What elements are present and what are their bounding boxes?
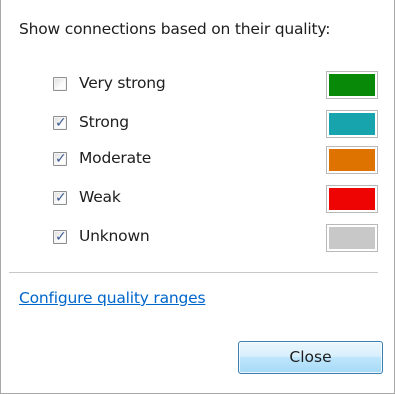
moderate-checkbox[interactable]: ✓ bbox=[53, 151, 67, 167]
panel-heading: Show connections based on their quality: bbox=[19, 20, 331, 38]
unknown-checkbox[interactable]: ✓ bbox=[53, 229, 67, 245]
weak-color-swatch[interactable] bbox=[326, 185, 378, 213]
quality-row-weak: ✓ Weak bbox=[53, 185, 379, 213]
weak-label[interactable]: Weak bbox=[79, 188, 121, 206]
quality-row-very-strong: ✓ Very strong bbox=[53, 71, 379, 99]
strong-color-swatch[interactable] bbox=[326, 110, 378, 138]
unknown-label[interactable]: Unknown bbox=[79, 227, 150, 245]
strong-checkbox[interactable]: ✓ bbox=[53, 115, 67, 131]
checkmark-icon: ✓ bbox=[55, 151, 67, 167]
quality-row-moderate: ✓ Moderate bbox=[53, 146, 379, 174]
separator bbox=[9, 272, 378, 273]
close-button[interactable]: Close bbox=[238, 341, 383, 374]
moderate-label[interactable]: Moderate bbox=[79, 149, 151, 167]
weak-checkbox[interactable]: ✓ bbox=[53, 190, 67, 206]
very-strong-checkbox[interactable]: ✓ bbox=[53, 77, 67, 91]
configure-quality-ranges-link[interactable]: Configure quality ranges bbox=[19, 289, 206, 307]
moderate-color-swatch[interactable] bbox=[326, 146, 378, 174]
quality-row-unknown: ✓ Unknown bbox=[53, 224, 379, 252]
quality-row-strong: ✓ Strong bbox=[53, 110, 379, 138]
strong-label[interactable]: Strong bbox=[79, 113, 129, 131]
checkmark-icon: ✓ bbox=[55, 190, 67, 206]
very-strong-color-swatch[interactable] bbox=[326, 71, 378, 99]
unknown-color-swatch[interactable] bbox=[326, 224, 378, 252]
checkmark-icon: ✓ bbox=[55, 115, 67, 131]
very-strong-label[interactable]: Very strong bbox=[79, 74, 166, 92]
checkmark-icon: ✓ bbox=[55, 229, 67, 245]
quality-filter-panel: Show connections based on their quality:… bbox=[0, 0, 395, 394]
